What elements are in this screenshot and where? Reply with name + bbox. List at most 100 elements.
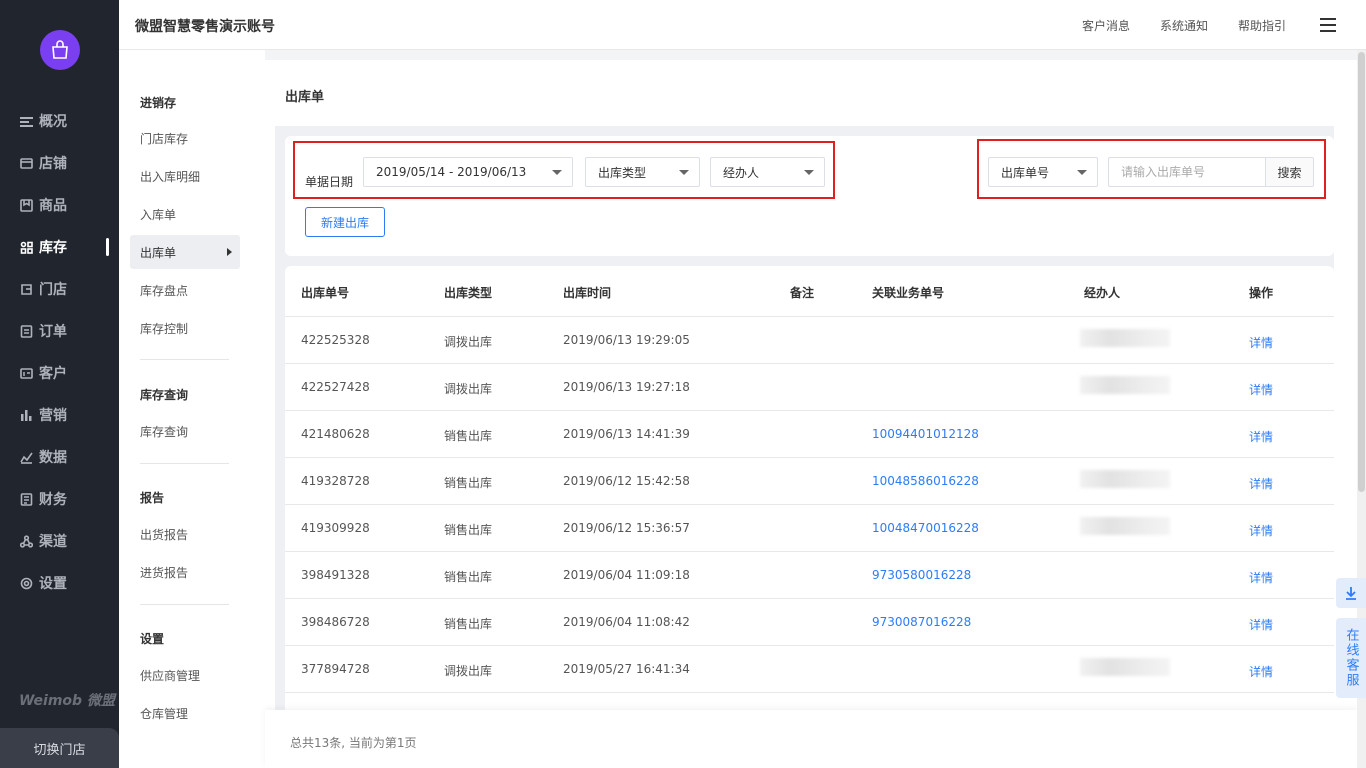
order-icon <box>20 324 39 338</box>
customer-messages-link[interactable]: 客户消息 <box>1082 17 1130 34</box>
handler-select[interactable]: 经办人 <box>710 157 825 187</box>
store-icon <box>20 283 39 296</box>
cell-outbound-no: 398491328 <box>301 568 370 582</box>
subnav-item-stock-query[interactable]: 库存查询 <box>130 414 240 448</box>
finance-icon <box>20 492 39 506</box>
divider <box>140 463 229 464</box>
hamburger-menu-icon[interactable] <box>1320 18 1336 32</box>
date-range-select[interactable]: 2019/05/14 - 2019/06/13 <box>363 157 573 187</box>
subnav-item-warehouse[interactable]: 仓库管理 <box>130 696 240 730</box>
search-button[interactable]: 搜索 <box>1265 157 1314 187</box>
cell-outbound-type: 销售出库 <box>444 617 493 631</box>
inventory-icon <box>20 241 39 254</box>
switch-store-button[interactable]: 切换门店 <box>0 728 119 768</box>
detail-link[interactable]: 详情 <box>1249 381 1273 398</box>
cell-related-no[interactable]: 10048586016228 <box>872 474 979 488</box>
col-related-no: 关联业务单号 <box>872 286 945 300</box>
cell-related-no[interactable]: 9730580016228 <box>872 568 971 582</box>
detail-link[interactable]: 详情 <box>1249 616 1273 633</box>
filter-bar: 单据日期 2019/05/14 - 2019/06/13 出库类型 经办人 出库… <box>285 136 1334 256</box>
handler-value: 经办人 <box>723 165 760 180</box>
table-row: 422525328 调拨出库 2019/06/13 19:29:05 详情 <box>285 317 1334 364</box>
date-label: 单据日期 <box>305 175 354 189</box>
search-type-value: 出库单号 <box>1001 165 1050 180</box>
nav-item-label: 门店 <box>39 282 67 298</box>
top-bar: 微盟智慧零售演示账号 客户消息 系统通知 帮助指引 <box>119 0 1366 50</box>
settings-icon <box>20 577 39 590</box>
shop-logo-icon[interactable] <box>40 30 80 70</box>
nav-item-finance[interactable]: 财务 <box>0 484 119 514</box>
pagination-summary: 总共13条, 当前为第1页 <box>290 736 417 750</box>
nav-item-settings[interactable]: 设置 <box>0 568 119 598</box>
cell-outbound-time: 2019/06/12 15:42:58 <box>563 474 690 488</box>
account-title: 微盟智慧零售演示账号 <box>135 19 275 35</box>
table-row: 422527428 调拨出库 2019/06/13 19:27:18 详情 <box>285 364 1334 411</box>
table-row: 398486728 销售出库 2019/06/04 11:08:42 97300870… <box>285 599 1334 646</box>
outbound-type-value: 出库类型 <box>598 165 647 180</box>
table-header: 出库单号 出库类型 出库时间 备注 关联业务单号 经办人 操作 <box>285 266 1334 317</box>
detail-link[interactable]: 详情 <box>1249 475 1273 492</box>
subnav-item-purchase-report[interactable]: 进货报告 <box>130 555 240 589</box>
divider <box>140 359 229 360</box>
search-type-select[interactable]: 出库单号 <box>988 157 1098 187</box>
detail-link[interactable]: 详情 <box>1249 569 1273 586</box>
cell-outbound-time: 2019/05/27 16:41:34 <box>563 662 690 676</box>
data-icon <box>20 451 39 464</box>
nav-item-customer[interactable]: 客户 <box>0 358 119 388</box>
cell-related-no[interactable]: 9730087016228 <box>872 615 971 629</box>
table-row: 419309928 销售出库 2019/06/12 15:36:57 10048470… <box>285 505 1334 552</box>
nav-item-inventory[interactable]: 库存 <box>0 232 119 262</box>
cell-outbound-type: 销售出库 <box>444 476 493 490</box>
detail-link[interactable]: 详情 <box>1249 334 1273 351</box>
subnav-item-supplier[interactable]: 供应商管理 <box>130 658 240 692</box>
subnav-item-stock-control[interactable]: 库存控制 <box>130 311 240 345</box>
handler-blurred <box>1080 517 1170 535</box>
col-remark: 备注 <box>790 286 815 300</box>
main-nav: 概况 店铺 商品 库存 门店 订单 客户 营销 数据 财务 渠道 设置 Weimob 微盟 切换门店 <box>0 0 119 768</box>
detail-link[interactable]: 详情 <box>1249 663 1273 680</box>
outbound-table: 出库单号 出库类型 出库时间 备注 关联业务单号 经办人 操作 42252532… <box>285 266 1334 768</box>
nav-item-channel[interactable]: 渠道 <box>0 526 119 556</box>
scrollbar-thumb[interactable] <box>1358 52 1365 492</box>
nav-item-label: 渠道 <box>39 534 67 550</box>
handler-blurred <box>1080 329 1170 347</box>
cell-outbound-no: 377894728 <box>301 662 370 676</box>
detail-link[interactable]: 详情 <box>1249 428 1273 445</box>
nav-item-marketing[interactable]: 营销 <box>0 400 119 430</box>
marketing-icon <box>20 409 39 422</box>
cell-related-no[interactable]: 10094401012128 <box>872 427 979 441</box>
subnav-item-stocktake[interactable]: 库存盘点 <box>130 273 240 307</box>
help-guide-link[interactable]: 帮助指引 <box>1238 17 1286 34</box>
nav-item-overview[interactable]: 概况 <box>0 106 119 136</box>
nav-item-data[interactable]: 数据 <box>0 442 119 472</box>
cell-outbound-no: 422527428 <box>301 380 370 394</box>
shop-icon <box>20 157 39 170</box>
subnav-item-inbound[interactable]: 入库单 <box>130 197 240 231</box>
nav-item-goods[interactable]: 商品 <box>0 190 119 220</box>
subnav-item-inout-detail[interactable]: 出入库明细 <box>130 159 240 193</box>
online-service-button[interactable]: 在线客服 <box>1336 618 1366 698</box>
new-outbound-button[interactable]: 新建出库 <box>305 207 385 237</box>
sub-nav: 进销存 门店库存 出入库明细 入库单 出库单 库存盘点 库存控制 库存查询 库存… <box>119 50 265 768</box>
subnav-item-outbound[interactable]: 出库单 <box>130 235 240 269</box>
handler-blurred <box>1080 658 1170 676</box>
nav-item-store[interactable]: 门店 <box>0 274 119 304</box>
nav-item-label: 商品 <box>39 198 67 214</box>
subnav-group-title: 进销存 <box>140 96 177 110</box>
download-icon[interactable] <box>1336 578 1366 608</box>
nav-item-label: 营销 <box>39 408 67 424</box>
outbound-type-select[interactable]: 出库类型 <box>585 157 700 187</box>
nav-item-shop[interactable]: 店铺 <box>0 148 119 178</box>
table-row: 377894728 调拨出库 2019/05/27 16:41:34 详情 <box>285 646 1334 693</box>
detail-link[interactable]: 详情 <box>1249 522 1273 539</box>
cell-outbound-no: 419309928 <box>301 521 370 535</box>
system-notice-link[interactable]: 系统通知 <box>1160 17 1208 34</box>
nav-item-order[interactable]: 订单 <box>0 316 119 346</box>
subnav-item-store-stock[interactable]: 门店库存 <box>130 121 240 155</box>
cell-outbound-type: 调拨出库 <box>444 335 493 349</box>
search-input[interactable] <box>1108 157 1265 187</box>
nav-item-label: 概况 <box>39 114 67 130</box>
subnav-item-shipment-report[interactable]: 出货报告 <box>130 517 240 551</box>
cell-related-no[interactable]: 10048470016228 <box>872 521 979 535</box>
date-range-value: 2019/05/14 - 2019/06/13 <box>376 165 527 179</box>
